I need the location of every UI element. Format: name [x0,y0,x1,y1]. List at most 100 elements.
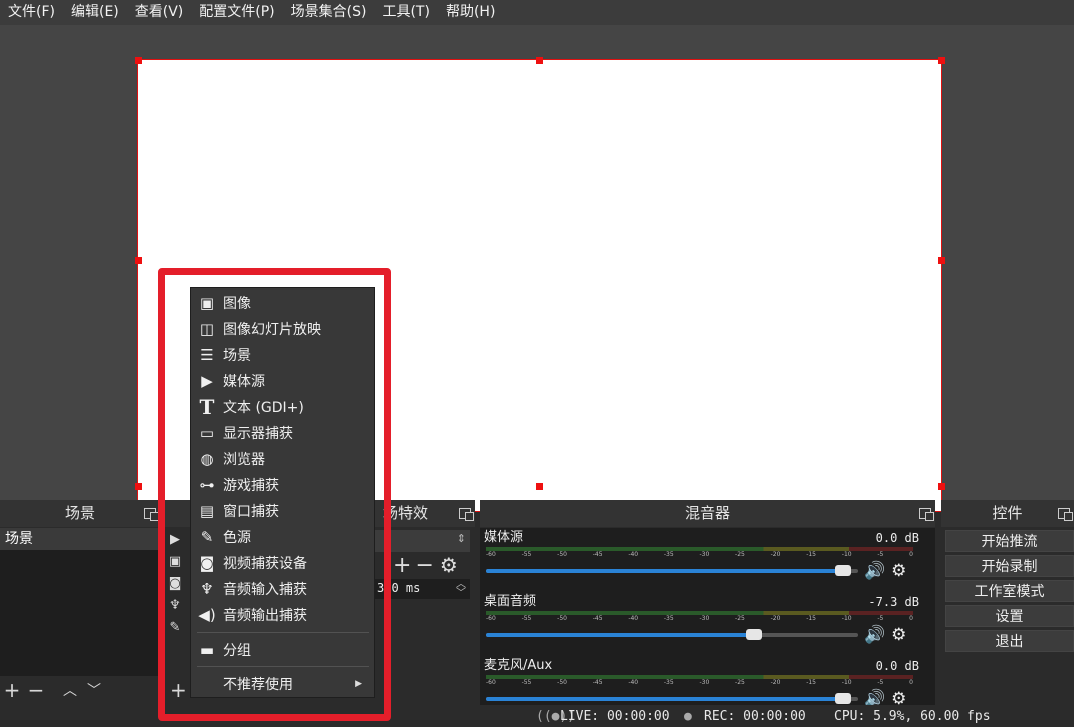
meter-tick-label: -5 [877,615,884,622]
channel-name: 麦克风/Aux [484,658,553,673]
meter-tick-label: -55 [521,615,532,622]
cpu-status: CPU: 5.9%, 60.00 fps [834,709,991,724]
gear-icon[interactable]: ⚙ [891,561,906,581]
highlight-annotation [158,268,391,721]
menu-scene-collection[interactable]: 场景集合(S) [283,0,375,25]
meter-tick-label: -10 [841,615,852,622]
settings-button[interactable]: 设置 [945,605,1074,627]
live-status: LIVE: 00:00:00 [560,709,670,724]
mixer-title: 混音器 [684,504,730,522]
meter-ticks: -60 -55 -50 -45 -40 -35 -30 -25 -20 -15 -10 -5 0 [486,615,913,625]
resize-handle-br[interactable] [938,483,945,490]
remove-transition-button[interactable]: − [415,553,433,578]
chevron-updown-icon: ⇕ [456,532,466,545]
meter-tick-label: -60 [486,679,496,686]
add-transition-button[interactable]: + [393,553,411,578]
meter-tick-label: 0 [909,679,913,686]
speaker-icon[interactable]: 🔊 [864,689,885,705]
rec-status: REC: 00:00:00 [704,709,806,724]
undock-icon[interactable] [144,508,159,521]
resize-handle-mr[interactable] [938,257,945,264]
scene-list[interactable]: 场景 [0,528,160,676]
menu-tools[interactable]: 工具(T) [374,0,437,25]
undock-icon[interactable] [919,508,934,521]
exit-button[interactable]: 退出 [945,630,1074,652]
meter-tick-label: -55 [521,551,532,558]
start-streaming-button[interactable]: 开始推流 [945,530,1074,552]
meter-tick-label: -50 [557,551,567,558]
mixer-dock: 混音器 媒体源 0.0 dB -60 -55 -50 -45 -40 -35 -30 -25 -2… [480,500,935,705]
menu-file[interactable]: 文件(F) [0,0,63,25]
meter-tick-label: -20 [770,615,781,622]
meter-tick-label: -15 [806,679,817,686]
controls-dock-title: 控件 [941,500,1074,527]
move-up-icon[interactable]: ︿ [58,680,82,700]
scenes-dock-title: 场景 [0,500,160,527]
resize-handle-tr[interactable] [938,57,945,64]
resize-handle-bl[interactable] [135,483,142,490]
mixer-dock-title: 混音器 [480,500,935,527]
volume-knob[interactable] [745,629,762,640]
mixer-channel: 桌面音频 -7.3 dB -60 -55 -50 -45 -40 -35 -30 -25 -20-… [480,592,935,656]
meter-tick-label: -5 [877,679,884,686]
menu-edit[interactable]: 编辑(E) [63,0,127,25]
controls-title: 控件 [992,504,1023,522]
menu-view[interactable]: 查看(V) [127,0,192,25]
scenes-toolbar: + − ︿ ﹀ [0,675,106,705]
meter-tick-label: -40 [628,615,639,622]
volume-slider[interactable] [486,693,858,704]
meter-tick-label: -40 [628,551,639,558]
gear-icon[interactable]: ⚙ [891,689,906,705]
menu-profile[interactable]: 配置文件(P) [191,0,282,25]
meter-tick-label: 0 [909,615,913,622]
meter-tick-label: 0 [909,551,913,558]
start-recording-button[interactable]: 开始录制 [945,555,1074,577]
menubar: 文件(F) 编辑(E) 查看(V) 配置文件(P) 场景集合(S) 工具(T) … [0,0,1074,25]
volume-knob[interactable] [834,565,851,576]
meter-tick-label: -25 [735,615,745,622]
mixer-channel: 媒体源 0.0 dB -60 -55 -50 -45 -40 -35 -30 -25 -20 -15… [480,528,935,592]
menu-help[interactable]: 帮助(H) [438,0,503,25]
channel-db: -7.3 dB [868,595,919,609]
meter-tick-label: -30 [699,615,710,622]
speaker-icon[interactable]: 🔊 [864,625,885,645]
resize-handle-tl[interactable] [135,57,142,64]
channel-db: 0.0 dB [875,659,919,673]
meter-tick-label: -5 [877,551,884,558]
rec-dot-icon: ● [684,709,692,724]
meter-tick-label: -50 [557,615,567,622]
resize-handle-tm[interactable] [536,57,543,64]
meter-tick-label: -45 [592,615,603,622]
meter-tick-label: -20 [770,551,781,558]
meter-tick-label: -55 [521,679,532,686]
meter-tick-label: -60 [486,615,496,622]
meter-ticks: -60 -55 -50 -45 -40 -35 -30 -25 -20 -15 -10 -5 0 [486,551,913,561]
undock-icon[interactable] [1058,508,1073,521]
volume-knob[interactable] [834,693,851,704]
undock-icon[interactable] [459,508,474,521]
volume-slider[interactable] [486,565,858,576]
scene-item[interactable]: 场景 [0,528,160,550]
meter-tick-label: -30 [699,551,710,558]
stepper-icon[interactable]: ︿ ﹀ [456,580,466,599]
meter-tick-label: -25 [735,551,745,558]
meter-tick-label: -60 [486,551,496,558]
speaker-icon[interactable]: 🔊 [864,561,885,581]
mixer-channel: 麦克风/Aux 0.0 dB -60 -55 -50 -45 -40 -35 -30 -25 -2… [480,656,935,705]
gear-icon[interactable]: ⚙ [891,625,906,645]
volume-slider[interactable] [486,629,858,640]
meter-ticks: -60 -55 -50 -45 -40 -35 -30 -25 -20 -15 -10 -5 0 [486,679,913,689]
studio-mode-button[interactable]: 工作室模式 [945,580,1074,602]
resize-handle-bm[interactable] [536,483,543,490]
channel-db: 0.0 dB [875,531,919,545]
remove-scene-button[interactable]: − [24,678,48,702]
meter-tick-label: -15 [806,615,817,622]
meter-tick-label: -35 [663,551,674,558]
gear-icon[interactable]: ⚙ [440,553,458,577]
resize-handle-ml[interactable] [135,257,142,264]
move-down-icon[interactable]: ﹀ [82,680,106,700]
meter-tick-label: -50 [557,679,567,686]
meter-tick-label: -45 [592,679,603,686]
channel-name: 桌面音频 [484,594,537,609]
add-scene-button[interactable]: + [0,678,24,702]
